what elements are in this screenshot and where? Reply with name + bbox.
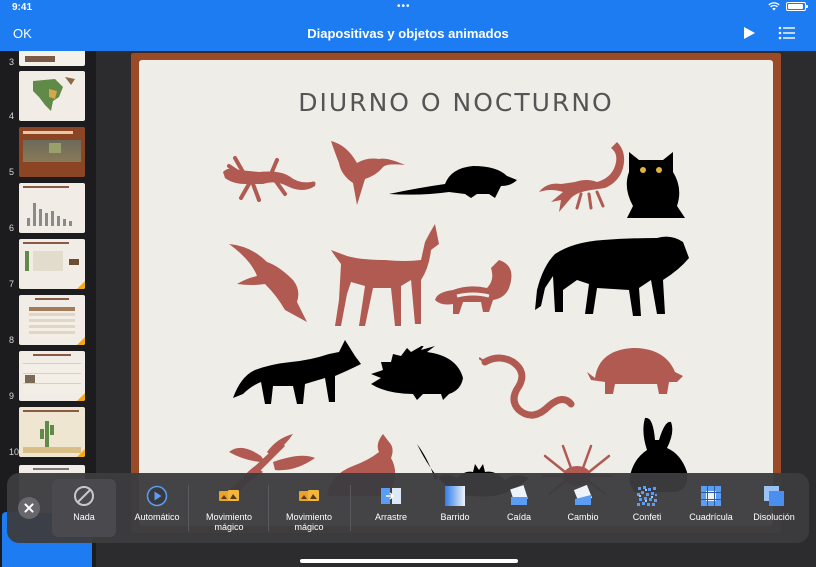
transition-drop[interactable]: Caída (487, 479, 551, 537)
play-icon[interactable] (742, 26, 756, 40)
transition-dissolve[interactable]: Disolución (742, 479, 806, 537)
slide-thumbnail-image (19, 351, 85, 401)
slide-thumbnail-7[interactable]: 7 (0, 239, 96, 289)
drop-icon (510, 485, 528, 505)
slide-thumbnail-image (19, 71, 85, 121)
owl-icon[interactable] (619, 148, 689, 220)
transition-label: Movimiento mágico (285, 512, 332, 532)
skunk-icon[interactable] (433, 256, 517, 326)
slide-thumbnail-6[interactable]: 6 (0, 183, 96, 233)
document-title: Diapositivas y objetos animados (307, 26, 509, 41)
tray-divider (188, 485, 189, 531)
transition-none[interactable]: Nada (52, 479, 116, 537)
hawk-icon[interactable] (227, 240, 311, 324)
transition-label: Confeti (632, 512, 662, 522)
rat-icon[interactable] (387, 158, 519, 202)
transition-label: Barrido (440, 512, 470, 522)
slide-number: 9 (9, 391, 15, 401)
slide-thumbnail-10[interactable]: 10 (0, 407, 96, 457)
slide-number: 4 (9, 111, 15, 121)
dissolve-icon (764, 486, 784, 506)
fox-icon[interactable] (231, 338, 363, 408)
slide-frame: DIURNO O NOCTURNO (131, 53, 781, 533)
transition-automatic[interactable]: Automático (119, 479, 195, 537)
transition-grid[interactable]: Cuadrícula (679, 479, 743, 537)
none-icon (74, 486, 94, 506)
slide-thumbnail-5[interactable]: 5 (0, 127, 96, 177)
battery-icon (786, 2, 808, 11)
grid-icon (701, 486, 721, 506)
multitasking-dots-icon[interactable]: ••• (397, 1, 411, 12)
porcupine-icon[interactable] (367, 346, 467, 400)
magic-move-icon (219, 490, 239, 501)
slide-thumbnail-image (19, 407, 85, 457)
home-indicator[interactable] (300, 559, 518, 563)
transition-picker: Nada Automático Movimiento mágico Movimi… (7, 473, 809, 543)
close-icon[interactable] (18, 497, 40, 519)
transition-label: Disolución (753, 512, 795, 522)
status-time: 9:41 (12, 2, 33, 13)
slide-thumbnail-9[interactable]: 9 (0, 351, 96, 401)
slide-number: 8 (9, 335, 15, 345)
slide-list-icon[interactable] (778, 25, 796, 41)
wifi-icon (768, 2, 780, 11)
play-circle-icon (146, 485, 168, 507)
slide-thumbnail-8[interactable]: 8 (0, 295, 96, 345)
slide-thumbnail-3[interactable]: 3 (0, 51, 96, 67)
slide-number: 5 (9, 167, 15, 177)
confetti-icon (637, 486, 657, 506)
jaguar-icon[interactable] (533, 230, 693, 320)
deer-icon[interactable] (325, 220, 441, 330)
tray-divider (268, 485, 269, 531)
status-icons (768, 2, 808, 11)
slide-thumbnail-image (19, 295, 85, 345)
slide-title[interactable]: DIURNO O NOCTURNO (139, 88, 773, 117)
transition-label: Arrastre (374, 512, 407, 522)
scorpion-icon[interactable] (531, 138, 631, 218)
wipe-icon (445, 486, 465, 506)
transition-label: Automático (134, 512, 180, 522)
flip-icon (573, 485, 593, 505)
transition-magic-move-2[interactable]: Movimiento mágico (275, 479, 343, 537)
slide-thumbnail-image (19, 51, 85, 66)
slide-thumbnail-image (19, 239, 85, 289)
current-slide[interactable]: DIURNO O NOCTURNO (139, 60, 773, 526)
navigation-bar: 9:41 ••• OK Diapositivas y objetos anima… (0, 0, 816, 51)
animation-indicator-icon (77, 393, 85, 401)
slide-number: 3 (9, 57, 15, 67)
transition-label: Nada (73, 512, 95, 522)
transition-magic-move-1[interactable]: Movimiento mágico (195, 479, 263, 537)
transition-label: Movimiento mágico (205, 512, 252, 532)
tray-divider (350, 485, 351, 531)
transition-label: Cuadrícula (689, 512, 733, 522)
animation-indicator-icon (77, 449, 85, 457)
transition-confetti[interactable]: Confeti (615, 479, 679, 537)
magic-move-icon (299, 490, 319, 501)
slide-number: 6 (9, 223, 15, 233)
transition-push[interactable]: Arrastre (359, 479, 423, 537)
animation-indicator-icon (77, 337, 85, 345)
lizard-icon[interactable] (219, 150, 319, 210)
transition-label: Cambio (567, 512, 599, 522)
slide-number: 10 (9, 447, 20, 457)
slide-thumbnail-4[interactable]: 4 (0, 71, 96, 121)
transition-wipe[interactable]: Barrido (423, 479, 487, 537)
push-icon (381, 488, 401, 504)
slide-thumbnail-image (19, 127, 85, 177)
transition-label: Caída (506, 512, 532, 522)
slide-thumbnail-image (19, 183, 85, 233)
snake-icon[interactable] (479, 350, 579, 440)
slide-number: 7 (9, 279, 15, 289)
animation-indicator-icon (77, 281, 85, 289)
transition-flip[interactable]: Cambio (551, 479, 615, 537)
tortoise-icon[interactable] (585, 342, 685, 400)
